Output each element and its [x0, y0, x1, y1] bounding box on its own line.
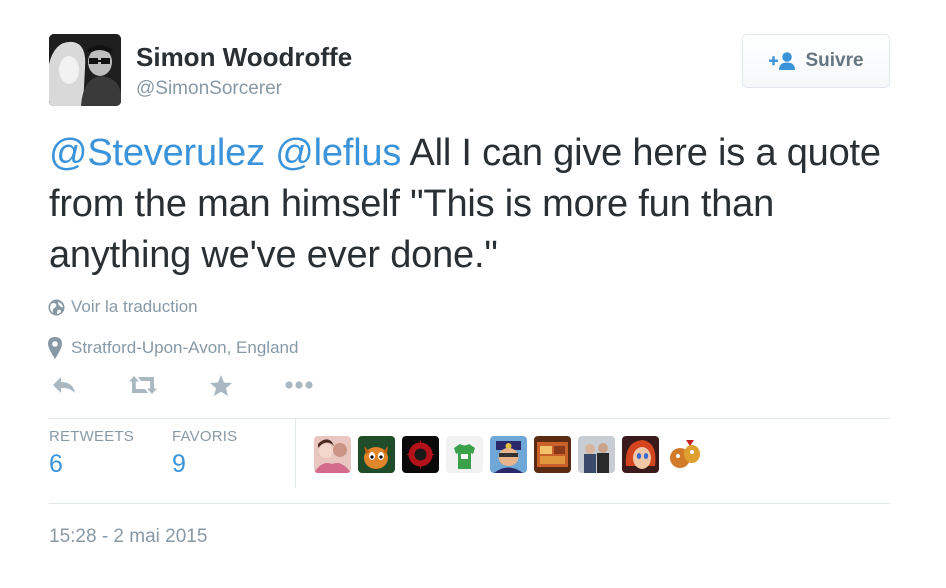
- retweet-icon: [129, 376, 157, 394]
- tweet-stats: RETWEETS 6 FAVORIS 9: [49, 419, 890, 503]
- favorites-count: 9: [172, 450, 186, 478]
- tweet-actions: [49, 374, 349, 402]
- follow-button-label: Suivre: [805, 50, 864, 71]
- favorites-stat[interactable]: FAVORIS 9: [172, 428, 237, 479]
- favorite-button[interactable]: [209, 374, 233, 397]
- translate-label: Voir la traduction: [71, 297, 198, 316]
- favoriter-avatar[interactable]: [622, 436, 659, 473]
- location-label: Stratford-Upon-Avon, England: [71, 338, 299, 357]
- favoriter-avatar[interactable]: [534, 436, 571, 473]
- favoriter-avatar[interactable]: [358, 436, 395, 473]
- divider: [49, 503, 890, 504]
- map-pin-icon: [48, 337, 62, 359]
- favoriters-list: [314, 436, 703, 473]
- tweet-location[interactable]: Stratford-Upon-Avon, England: [48, 337, 298, 359]
- retweets-stat[interactable]: RETWEETS 6: [49, 428, 134, 479]
- follow-button[interactable]: Suivre: [742, 34, 890, 88]
- reply-icon: [53, 377, 75, 393]
- favorites-label: FAVORIS: [172, 428, 238, 445]
- stats-separator: [295, 419, 296, 488]
- favoriter-avatar[interactable]: [490, 436, 527, 473]
- author-handle[interactable]: @SimonSorcerer: [136, 78, 282, 100]
- more-button[interactable]: [284, 378, 314, 392]
- add-user-icon: [769, 52, 796, 70]
- retweets-label: RETWEETS: [49, 428, 134, 445]
- author-name[interactable]: Simon Woodroffe: [136, 42, 352, 73]
- mention-link[interactable]: @Steverulez: [49, 132, 265, 174]
- favoriter-avatar[interactable]: [578, 436, 615, 473]
- favoriter-avatar[interactable]: [402, 436, 439, 473]
- favorite-icon: [210, 375, 232, 396]
- tweet-timestamp[interactable]: 15:28 - 2 mai 2015: [49, 526, 207, 548]
- retweets-count: 6: [49, 450, 63, 478]
- globe-icon: [48, 299, 65, 315]
- more-icon: [285, 381, 313, 389]
- reply-button[interactable]: [51, 374, 77, 396]
- favoriter-avatar[interactable]: [314, 436, 351, 473]
- favoriter-avatar[interactable]: [666, 436, 703, 473]
- author-avatar[interactable]: [49, 34, 121, 106]
- translate-link[interactable]: Voir la traduction: [48, 297, 198, 317]
- favoriter-avatar[interactable]: [446, 436, 483, 473]
- mention-link[interactable]: @leflus: [275, 132, 401, 174]
- tweet-text: @Steverulez @leflus All I can give here …: [49, 128, 899, 281]
- retweet-button[interactable]: [128, 374, 158, 396]
